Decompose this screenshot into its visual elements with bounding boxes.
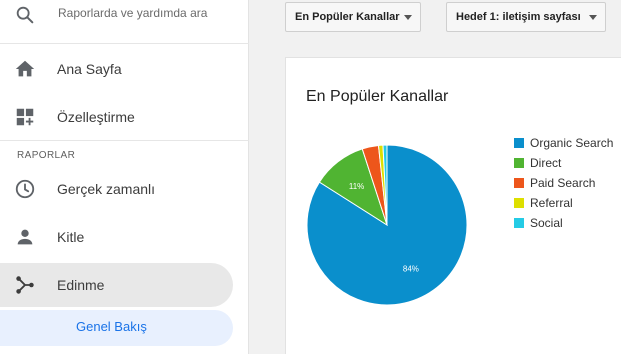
divider (0, 140, 249, 141)
legend-swatch (514, 198, 524, 208)
clock-icon (14, 178, 36, 200)
legend-item[interactable]: Direct (514, 153, 613, 173)
nav-item-home[interactable]: Ana Sayfa (0, 47, 249, 91)
chart-legend: Organic Search Direct Paid Search Referral S… (514, 133, 613, 233)
chart-card: En Popüler Kanallar 84% 11% Organic Searc… (285, 57, 621, 354)
pie-data-label: 11% (349, 182, 364, 191)
dashboard-customize-icon (14, 106, 36, 128)
legend-item[interactable]: Referral (514, 193, 613, 213)
person-icon (14, 226, 36, 248)
legend-label: Organic Search (530, 136, 614, 150)
legend-swatch (514, 218, 524, 228)
search-input[interactable]: Raporlarda ve yardımda ara (58, 6, 246, 20)
nav-subitem-overview[interactable]: Genel Bakış (0, 310, 233, 346)
pie-chart: 84% 11% (306, 144, 468, 306)
goal-select-value: Hedef 1: iletişim sayfası (456, 11, 581, 23)
legend-label: Social (530, 216, 563, 230)
section-label-reports: RAPORLAR (17, 150, 76, 161)
chevron-down-icon (404, 15, 412, 20)
legend-label: Referral (530, 196, 573, 210)
chevron-down-icon (589, 15, 597, 20)
nav-item-label: Özelleştirme (57, 109, 135, 125)
channel-select-value: En Popüler Kanallar (295, 11, 400, 23)
legend-swatch (514, 158, 524, 168)
legend-label: Paid Search (530, 176, 596, 190)
sidebar: Raporlarda ve yardımda ara Ana Sayfa Öze… (0, 0, 249, 354)
nav-item-label: Edinme (57, 277, 105, 293)
nav-item-label: Kitle (57, 229, 85, 245)
home-icon (14, 58, 36, 80)
legend-swatch (514, 138, 524, 148)
channel-select[interactable]: En Popüler Kanallar (285, 2, 421, 32)
goal-select[interactable]: Hedef 1: iletişim sayfası (446, 2, 606, 32)
legend-item[interactable]: Paid Search (514, 173, 613, 193)
legend-item[interactable]: Organic Search (514, 133, 613, 153)
legend-label: Direct (530, 156, 562, 170)
search-icon (14, 4, 36, 26)
acquisition-icon (14, 274, 36, 296)
legend-item[interactable]: Social (514, 213, 613, 233)
search-bar[interactable]: Raporlarda ve yardımda ara (0, 0, 249, 44)
nav-item-audience[interactable]: Kitle (0, 215, 249, 259)
nav-item-label: Ana Sayfa (57, 61, 122, 77)
pie-data-label: 84% (403, 264, 419, 273)
nav-item-customization[interactable]: Özelleştirme (0, 95, 249, 139)
nav-item-realtime[interactable]: Gerçek zamanlı (0, 167, 249, 211)
legend-swatch (514, 178, 524, 188)
nav-item-acquisition[interactable]: Edinme (0, 263, 233, 307)
nav-subitem-label: Genel Bakış (76, 319, 147, 334)
nav-item-label: Gerçek zamanlı (57, 181, 156, 197)
chart-title: En Popüler Kanallar (306, 88, 449, 105)
